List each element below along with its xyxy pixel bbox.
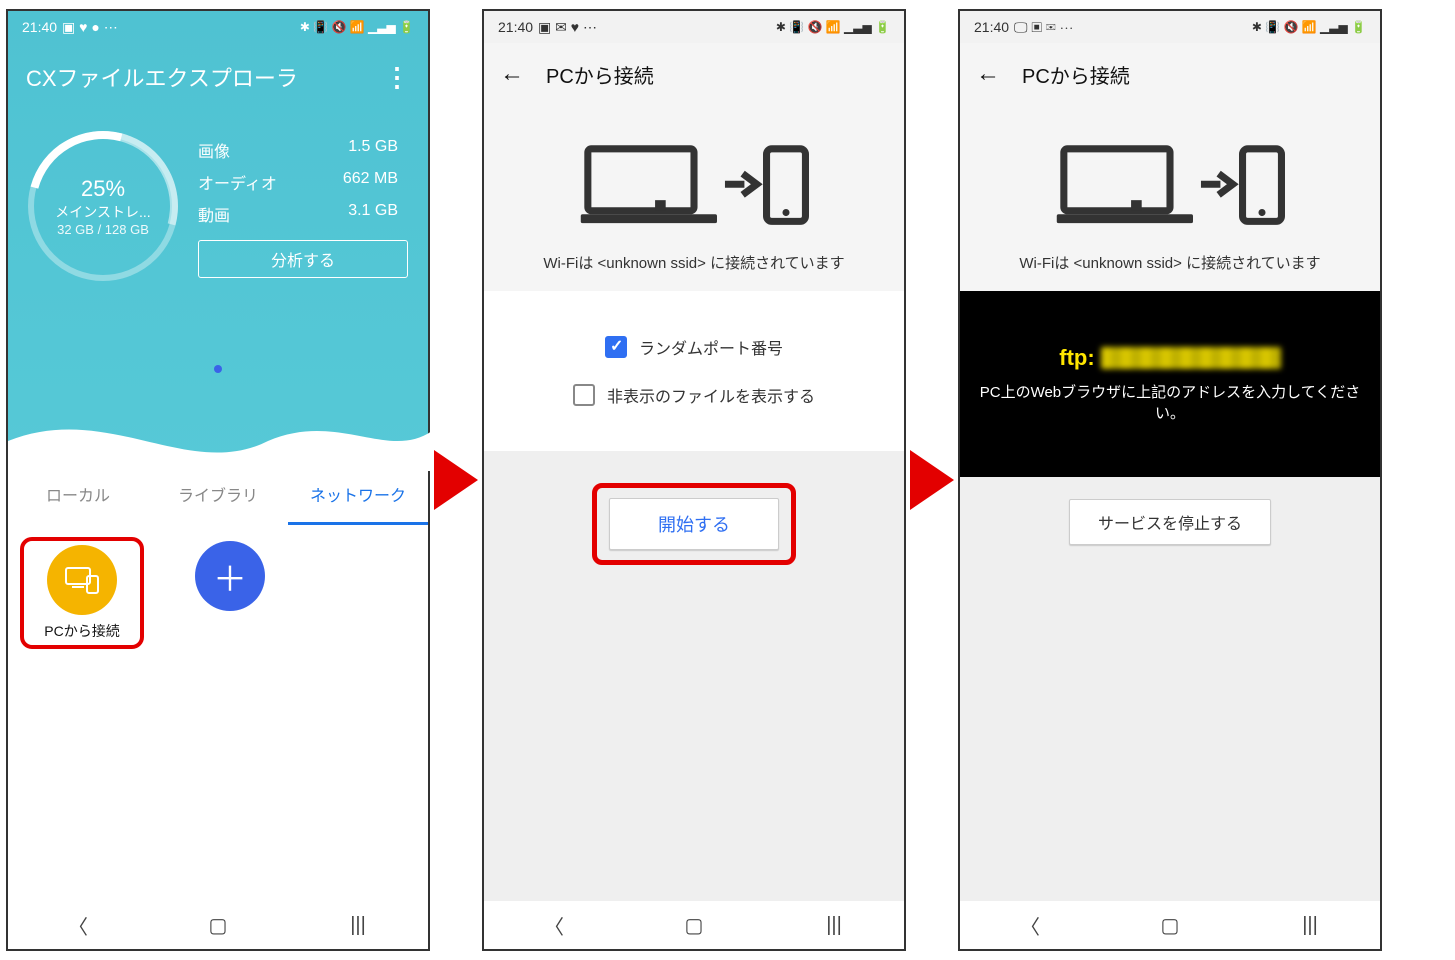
- stat-row: オーディオ 662 MB: [198, 166, 408, 198]
- back-icon[interactable]: ←: [500, 60, 524, 88]
- network-item-add[interactable]: ＋: [176, 541, 284, 611]
- status-time: 21:40: [498, 19, 533, 35]
- checkbox-label: ランダムポート番号: [639, 335, 783, 359]
- screen-home: 21:40 ▣ ♥ ● ⋯ ✱ 📳 🔇 📶 ▁▃▅ 🔋 CXファイルエクスプロー…: [6, 9, 430, 951]
- page-header: ← PCから接続: [960, 43, 1380, 105]
- tab-network[interactable]: ネットワーク: [288, 471, 428, 525]
- stat-value: 1.5 GB: [348, 138, 398, 162]
- hero-illustration: Wi-Fiは <unknown ssid> に接続されています: [960, 105, 1380, 291]
- nav-back-icon[interactable]: 〈: [9, 911, 148, 940]
- status-time: 21:40: [974, 19, 1009, 35]
- system-nav: 〈 ▢ |||: [960, 901, 1380, 949]
- app-title: CXファイルエクスプローラ: [26, 61, 298, 93]
- system-nav: 〈 ▢ |||: [484, 901, 904, 949]
- nav-back-icon[interactable]: 〈: [485, 911, 624, 940]
- ftp-address-redacted: [1101, 347, 1281, 369]
- ftp-info-panel: ftp: PC上のWebブラウザに上記のアドレスを入力してください。: [960, 291, 1380, 477]
- status-notif-icons: 🖵 ▣ ✉ ⋯: [1014, 19, 1073, 36]
- stop-button[interactable]: サービスを停止する: [1069, 499, 1271, 545]
- menu-overflow-icon[interactable]: [384, 62, 410, 93]
- checkbox-icon: [573, 384, 595, 406]
- status-sys-icons: ✱ 📳 🔇 📶 ▁▃▅ 🔋: [776, 20, 890, 34]
- page-indicator: [214, 365, 222, 373]
- back-icon[interactable]: ←: [976, 60, 1000, 88]
- storage-gauge[interactable]: 25% メインストレ... 32 GB / 128 GB: [28, 131, 178, 281]
- stat-value: 662 MB: [343, 170, 398, 194]
- system-nav: 〈 ▢ |||: [8, 901, 428, 949]
- nav-recent-icon[interactable]: |||: [1241, 914, 1380, 937]
- wifi-status: Wi-Fiは <unknown ssid> に接続されています: [494, 252, 894, 273]
- screen-connect-setup: 21:40 ▣ ✉ ♥ ⋯ ✱ 📳 🔇 📶 ▁▃▅ 🔋 ← PCから接続 Wi-…: [482, 9, 906, 951]
- stat-label: 画像: [198, 138, 230, 162]
- tab-library[interactable]: ライブラリ: [148, 471, 288, 525]
- network-item-pc-connect[interactable]: PCから接続: [28, 545, 136, 641]
- highlight-marker: PCから接続: [20, 537, 144, 649]
- checkbox-show-hidden[interactable]: 非表示のファイルを表示する: [484, 371, 904, 419]
- pc-to-phone-icon: [970, 141, 1370, 236]
- status-notif-icons: ▣ ✉ ♥ ⋯: [538, 19, 597, 36]
- nav-home-icon[interactable]: ▢: [1101, 913, 1240, 938]
- stat-label: 動画: [198, 202, 230, 226]
- pc-to-phone-icon: [494, 141, 894, 236]
- checkbox-random-port[interactable]: ランダムポート番号: [484, 323, 904, 371]
- tab-local[interactable]: ローカル: [8, 471, 148, 525]
- gauge-sublabel: 32 GB / 128 GB: [57, 222, 149, 237]
- ftp-instruction: PC上のWebブラウザに上記のアドレスを入力してください。: [974, 381, 1366, 423]
- screen-connect-running: 21:40 🖵 ▣ ✉ ⋯ ✱ 📳 🔇 📶 ▁▃▅ 🔋 ← PCから接続 Wi-…: [958, 9, 1382, 951]
- nav-recent-icon[interactable]: |||: [765, 914, 904, 937]
- network-grid: PCから接続 ＋: [8, 525, 428, 901]
- status-sys-icons: ✱ 📳 🔇 📶 ▁▃▅ 🔋: [1252, 20, 1366, 34]
- status-time: 21:40: [22, 19, 57, 35]
- plus-icon: ＋: [195, 541, 265, 611]
- action-area: サービスを停止する: [960, 477, 1380, 901]
- ftp-url: ftp:: [1059, 345, 1280, 371]
- stat-row: 画像 1.5 GB: [198, 134, 408, 166]
- hero-panel: 21:40 ▣ ♥ ● ⋯ ✱ 📳 🔇 📶 ▁▃▅ 🔋 CXファイルエクスプロー…: [8, 11, 428, 471]
- stat-value: 3.1 GB: [348, 202, 398, 226]
- start-button[interactable]: 開始する: [609, 498, 779, 550]
- options-panel: ランダムポート番号 非表示のファイルを表示する: [484, 291, 904, 451]
- status-bar: 21:40 ▣ ♥ ● ⋯ ✱ 📳 🔇 📶 ▁▃▅ 🔋: [8, 11, 428, 43]
- network-item-label: PCから接続: [44, 621, 119, 641]
- stat-row: 動画 3.1 GB: [198, 198, 408, 230]
- pc-connect-icon: [47, 545, 117, 615]
- tab-bar: ローカル ライブラリ ネットワーク: [8, 471, 428, 525]
- gauge-label: メインストレ...: [55, 202, 150, 222]
- wave-decor: [8, 401, 432, 471]
- status-bar: 21:40 ▣ ✉ ♥ ⋯ ✱ 📳 🔇 📶 ▁▃▅ 🔋: [484, 11, 904, 43]
- action-area: 開始する: [484, 451, 904, 901]
- nav-home-icon[interactable]: ▢: [149, 913, 288, 938]
- storage-stats: 画像 1.5 GB オーディオ 662 MB 動画 3.1 GB 分析する: [198, 134, 408, 278]
- nav-back-icon[interactable]: 〈: [961, 911, 1100, 940]
- status-sys-icons: ✱ 📳 🔇 📶 ▁▃▅ 🔋: [300, 20, 414, 34]
- page-header: ← PCから接続: [484, 43, 904, 105]
- step-arrow-icon: [910, 450, 954, 510]
- analyze-button[interactable]: 分析する: [198, 240, 408, 278]
- highlight-marker: 開始する: [592, 483, 796, 565]
- checkbox-icon: [605, 336, 627, 358]
- status-notif-icons: ▣ ♥ ● ⋯: [62, 19, 118, 36]
- stat-label: オーディオ: [198, 170, 277, 194]
- page-title: PCから接続: [546, 60, 654, 89]
- step-arrow-icon: [434, 450, 478, 510]
- hero-illustration: Wi-Fiは <unknown ssid> に接続されています: [484, 105, 904, 291]
- page-title: PCから接続: [1022, 60, 1130, 89]
- gauge-percent: 25%: [81, 176, 125, 202]
- checkbox-label: 非表示のファイルを表示する: [607, 383, 815, 407]
- nav-recent-icon[interactable]: |||: [289, 914, 428, 937]
- nav-home-icon[interactable]: ▢: [625, 913, 764, 938]
- status-bar: 21:40 🖵 ▣ ✉ ⋯ ✱ 📳 🔇 📶 ▁▃▅ 🔋: [960, 11, 1380, 43]
- wifi-status: Wi-Fiは <unknown ssid> に接続されています: [970, 252, 1370, 273]
- ftp-prefix: ftp:: [1059, 345, 1094, 371]
